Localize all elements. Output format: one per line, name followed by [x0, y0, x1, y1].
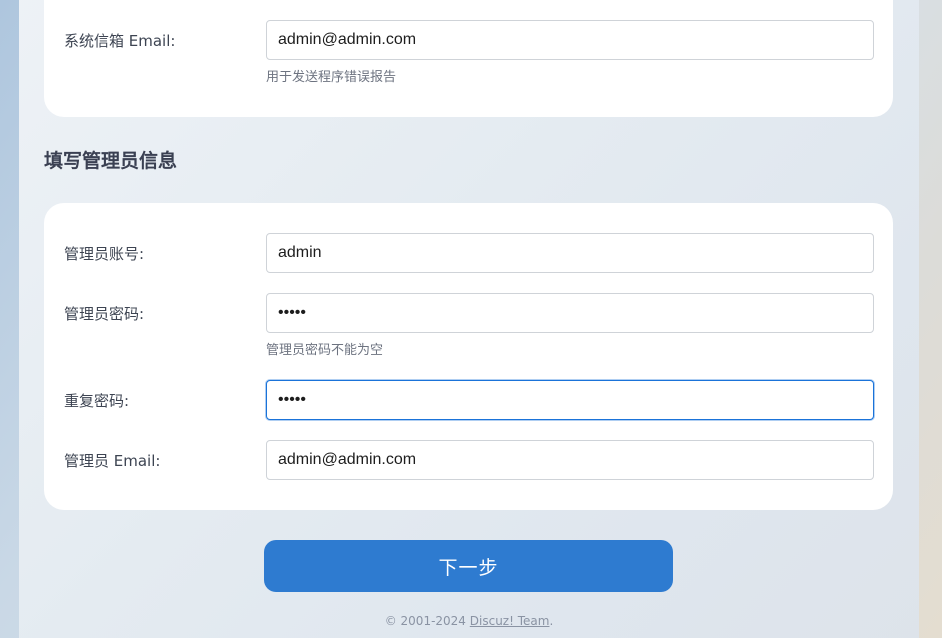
admin-password-hint: 管理员密码不能为空	[266, 343, 384, 358]
footer-copyright: © 2001-2024	[384, 614, 466, 628]
repeat-password-input[interactable]	[266, 380, 874, 420]
admin-account-label: 管理员账号:	[64, 245, 145, 263]
discuz-team-link[interactable]: Discuz! Team	[470, 614, 550, 628]
footer-period: .	[549, 614, 554, 628]
admin-email-label: 管理员 Email:	[64, 452, 161, 470]
system-email-label: 系统信箱 Email:	[64, 32, 176, 50]
system-email-hint: 用于发送程序错误报告	[266, 70, 397, 85]
admin-email-input[interactable]	[266, 440, 874, 480]
admin-section-title: 填写管理员信息	[44, 150, 178, 172]
admin-password-input[interactable]	[266, 293, 874, 333]
admin-account-input[interactable]	[266, 233, 874, 273]
admin-password-label: 管理员密码:	[64, 305, 145, 323]
system-email-input[interactable]	[266, 20, 874, 60]
footer: © 2001-2024 Discuz! Team.	[0, 613, 938, 629]
next-step-button[interactable]: 下一步	[264, 540, 673, 592]
repeat-password-label: 重复密码:	[64, 392, 130, 410]
